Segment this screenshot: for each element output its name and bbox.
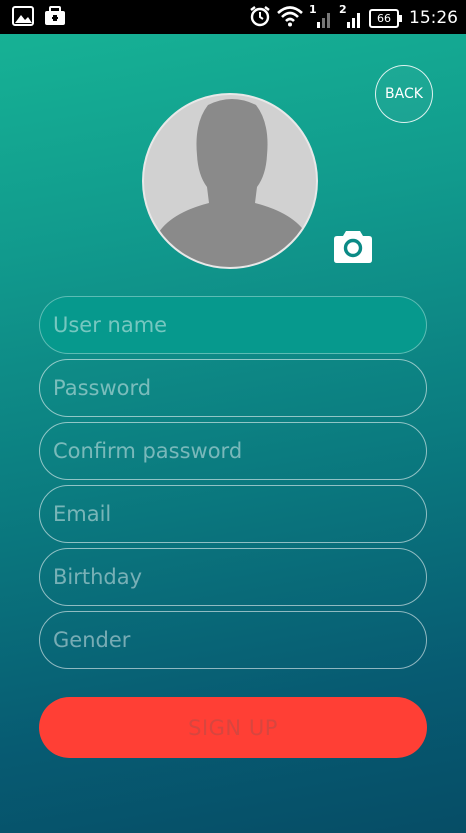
username-field[interactable]: User name (39, 296, 427, 354)
sign-up-button[interactable]: SIGN UP (39, 697, 427, 758)
bag-icon (44, 6, 66, 30)
password-field[interactable]: Password (39, 359, 427, 417)
alarm-icon (249, 5, 271, 31)
clock: 15:26 (409, 8, 458, 28)
status-bar: 1 2 66 15:26 (0, 0, 466, 34)
gallery-icon (12, 6, 34, 30)
signal-sim1-icon: 1 (309, 3, 333, 29)
birthday-field[interactable]: Birthday (39, 548, 427, 606)
camera-icon[interactable] (333, 228, 373, 264)
avatar[interactable] (142, 93, 318, 269)
wifi-icon (277, 5, 303, 31)
email-field[interactable]: Email (39, 485, 427, 543)
confirm-password-field[interactable]: Confirm password (39, 422, 427, 480)
battery-indicator: 66 (369, 8, 402, 28)
signup-screen: 1 2 66 15:26 BACK User name Password Con… (0, 0, 466, 833)
person-silhouette-icon (157, 99, 307, 267)
signal-sim2-icon: 2 (339, 3, 363, 29)
back-button[interactable]: BACK (375, 65, 433, 123)
gender-field[interactable]: Gender (39, 611, 427, 669)
